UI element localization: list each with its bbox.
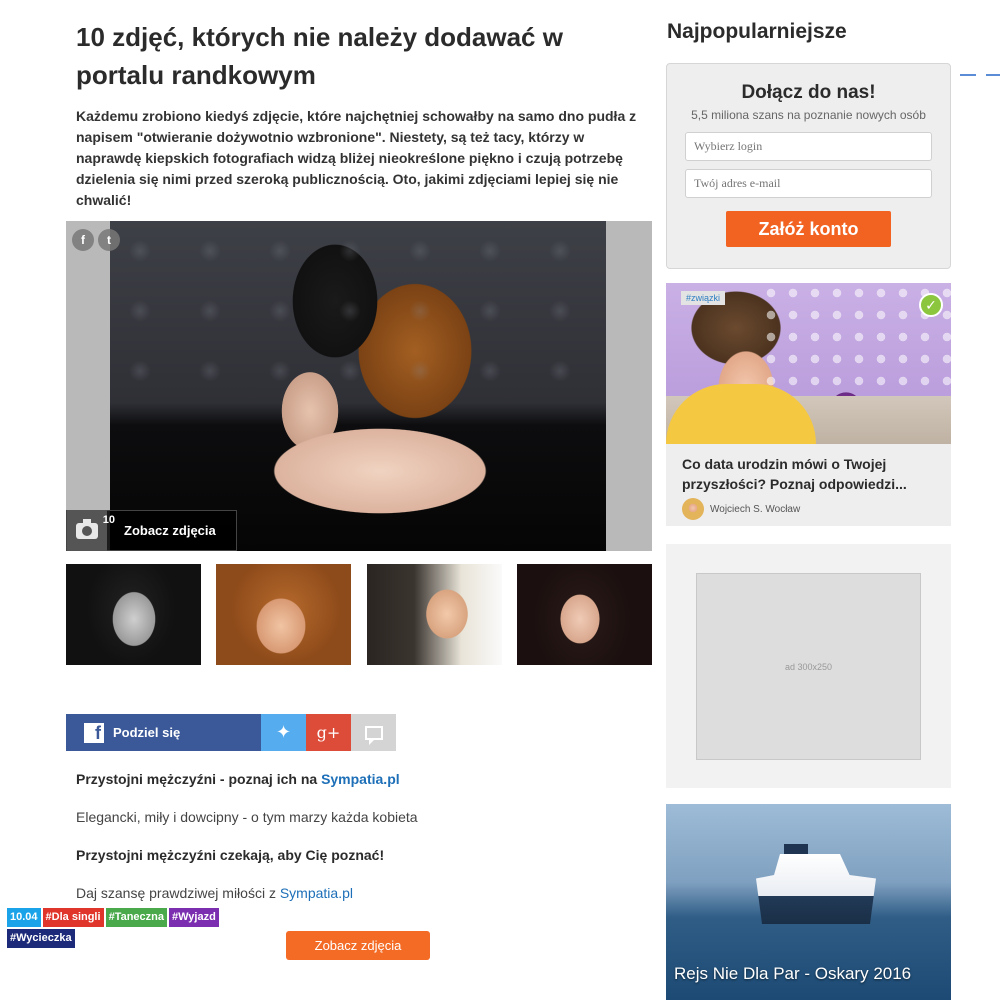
comment-button[interactable] xyxy=(351,714,396,751)
facebook-share-button[interactable]: f Podziel się xyxy=(66,714,261,751)
share-bar: f Podziel się ✦ g+ xyxy=(66,714,396,751)
avatar xyxy=(682,498,704,520)
camera-icon: 10 xyxy=(67,510,115,551)
facebook-icon: f xyxy=(84,722,104,743)
email-field[interactable] xyxy=(685,169,932,198)
article-author: Wojciech S. Wocław xyxy=(666,494,951,520)
login-field[interactable] xyxy=(685,132,932,161)
event-tag[interactable]: #Taneczna xyxy=(105,908,167,927)
body-paragraph-2: Elegancki, miły i dowcipny - o tym marzy… xyxy=(76,809,418,825)
photo-count: 10 xyxy=(102,514,115,526)
twitter-icon[interactable]: t xyxy=(98,229,120,251)
thumbnail-4[interactable] xyxy=(516,564,652,665)
thumbnail-3[interactable] xyxy=(366,564,502,665)
create-account-button[interactable]: Załóż konto xyxy=(726,211,891,247)
check-icon: ✓ xyxy=(919,293,943,317)
article-lead: Każdemu zrobiono kiedyś zdjęcie, które n… xyxy=(76,108,637,208)
decorative-dashes xyxy=(960,74,1000,76)
event-tag[interactable]: #Dla singli xyxy=(42,908,104,927)
thumbnail-2[interactable] xyxy=(216,564,352,665)
twitter-share-button[interactable]: ✦ xyxy=(261,714,306,751)
body-paragraph-3: Przystojni mężczyźni czekają, aby Cię po… xyxy=(76,847,385,863)
gplus-share-button[interactable]: g+ xyxy=(306,714,351,751)
gallery-thumbnails xyxy=(66,564,652,665)
ship-image xyxy=(756,854,876,924)
event-title[interactable]: Rejs Nie Dla Par - Oskary 2016 xyxy=(674,964,911,984)
see-photos-button[interactable]: 10 Zobacz zdjęcia xyxy=(66,510,237,551)
sidebar-title: Najpopularniejsze xyxy=(667,20,847,43)
article-card-title[interactable]: Co data urodzin mówi o Twojej przyszłośc… xyxy=(666,444,951,494)
article-tag[interactable]: #związki xyxy=(681,291,726,305)
sympatia-link[interactable]: Sympatia.pl xyxy=(280,885,353,901)
facebook-share-label: Podziel się xyxy=(113,725,181,740)
gallery-hero[interactable]: f t 10 Zobacz zdjęcia xyxy=(66,221,652,551)
event-date-tag[interactable]: 10.04 xyxy=(7,908,41,927)
hero-photo[interactable] xyxy=(110,221,606,551)
signup-box: Dołącz do nas! 5,5 miliona szans na pozn… xyxy=(666,63,951,269)
ad-placeholder[interactable]: ad 300x250 xyxy=(696,573,921,760)
see-photos-label: Zobacz zdjęcia xyxy=(124,523,216,538)
body-paragraph-1: Przystojni mężczyźni - poznaj ich na Sym… xyxy=(76,771,400,787)
event-tags: 10.04 #Dla singli #Taneczna #Wyjazd #Wyc… xyxy=(7,908,247,948)
twitter-icon: ✦ xyxy=(275,722,292,742)
author-name: Wojciech S. Wocław xyxy=(710,503,801,515)
sympatia-link[interactable]: Sympatia.pl xyxy=(321,771,400,787)
event-tag[interactable]: #Wyjazd xyxy=(169,908,219,927)
signup-subheading: 5,5 miliona szans na poznanie nowych osó… xyxy=(691,108,926,122)
see-photos-cta-button[interactable]: Zobacz zdjęcia xyxy=(286,931,430,960)
gplus-icon: g+ xyxy=(316,723,341,742)
facebook-icon[interactable]: f xyxy=(72,229,94,251)
signup-heading: Dołącz do nas! xyxy=(741,82,876,103)
article-header: 10 zdjęć, których nie należy dodawać w p… xyxy=(66,18,652,211)
hero-share-icons: f t xyxy=(72,229,120,251)
article-body: Przystojni mężczyźni - poznaj ich na Sym… xyxy=(76,770,646,922)
event-tag[interactable]: #Wycieczka xyxy=(7,929,75,948)
comment-icon xyxy=(364,725,383,745)
thumbnail-1[interactable] xyxy=(66,564,201,665)
ad-container: ad 300x250 xyxy=(666,544,951,788)
popular-article-card[interactable]: #związki ✓ Co data urodzin mówi o Twojej… xyxy=(666,283,951,526)
article-title: 10 zdjęć, których nie należy dodawać w p… xyxy=(76,22,563,90)
article-image[interactable]: #związki ✓ xyxy=(666,283,951,444)
